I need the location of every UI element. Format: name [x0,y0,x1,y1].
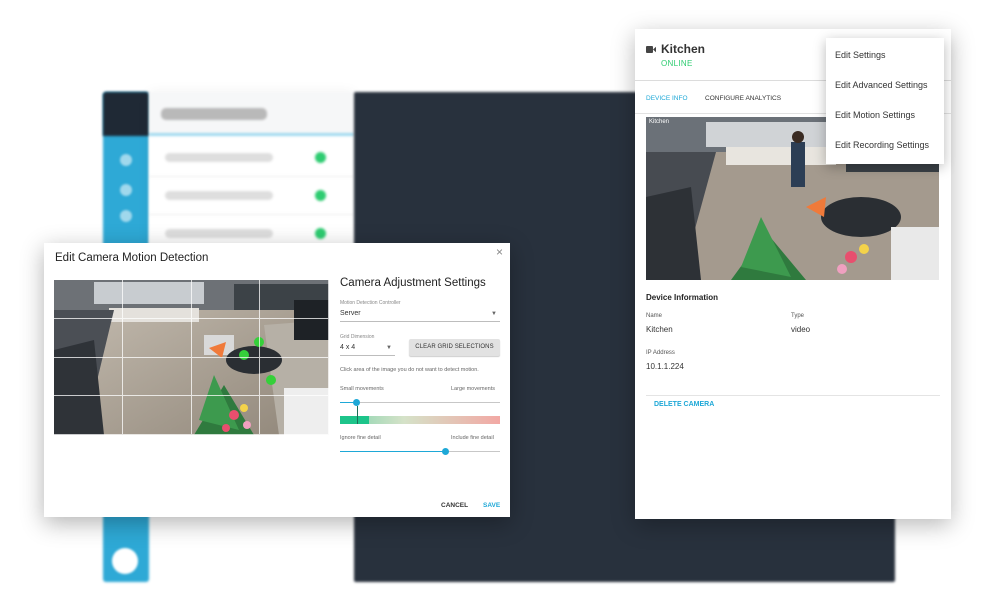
sensitivity-slider-track[interactable] [340,402,500,403]
close-icon[interactable]: × [496,245,503,259]
background-nav-icon [120,154,132,166]
chevron-down-icon: ▼ [386,345,392,351]
grid-cell[interactable] [191,318,261,358]
grid-dimension-label: Grid Dimension [340,334,375,340]
select-underline [340,355,395,356]
clear-grid-selections-button[interactable]: CLEAR GRID SELECTIONS [409,339,500,356]
device-information-title: Device Information [646,293,719,302]
sensitivity-threshold-marker [357,406,358,424]
camera-overlay-label: Kitchen [649,119,670,125]
grid-dimension-value: 4 x 4 [340,344,356,351]
menu-item-edit-recording-settings[interactable]: Edit Recording Settings [835,140,929,150]
grid-cell[interactable] [54,357,123,397]
grid-cell[interactable] [122,318,192,358]
background-sidebar-header [103,92,149,136]
select-underline [340,321,500,322]
video-camera-icon [646,46,656,53]
grid-cell[interactable] [260,357,329,397]
detail-slider-handle[interactable] [442,448,450,455]
grid-cell[interactable] [54,280,123,319]
ip-address-value: 10.1.1.224 [646,362,684,371]
controller-label: Motion Detection Controller [340,300,401,306]
detail-max-label: Include fine detail [451,435,494,441]
sensitivity-min-label: Small movements [340,386,384,392]
device-name: Kitchen [661,42,706,56]
background-nav-icon [120,210,132,222]
sensitivity-max-label: Large movements [451,386,496,392]
background-list-row [149,177,354,215]
menu-item-edit-motion-settings[interactable]: Edit Motion Settings [835,110,915,120]
grid-hint-text: Click area of the image you do not want … [340,367,479,373]
grid-cell[interactable] [122,396,192,435]
ip-address-label: IP Address [646,350,675,356]
grid-cell[interactable] [260,396,329,435]
menu-item-edit-settings[interactable]: Edit Settings [835,50,886,60]
chevron-down-icon: ▼ [491,311,497,317]
camera-feed-image[interactable] [54,280,329,435]
controller-value: Server [340,310,361,317]
name-label: Name [646,313,663,319]
type-value: video [791,325,811,334]
background-list-row [149,139,354,177]
screenshot-stage: Edit Camera Motion Detection × Camera Ad… [0,0,1000,593]
background-nav-button [112,548,138,574]
detail-min-label: Ignore fine detail [340,435,381,441]
dialog-title: Edit Camera Motion Detection [55,252,209,264]
motion-detection-dialog: Edit Camera Motion Detection × Camera Ad… [44,243,510,517]
device-actions-menu: Edit Settings Edit Advanced Settings Edi… [826,38,944,164]
detail-slider-fill [340,451,446,452]
grid-cell[interactable] [191,396,261,435]
background-list-header [149,92,354,136]
cancel-button[interactable]: CANCEL [441,502,468,509]
tab-configure-analytics[interactable]: CONFIGURE ANALYTICS [705,95,781,102]
motion-grid-overlay [54,280,329,435]
grid-cell[interactable] [191,357,261,397]
tab-device-info[interactable]: DEVICE INFO [646,95,688,102]
type-label: Type [791,313,805,319]
grid-cell[interactable] [122,357,192,397]
save-button[interactable]: SAVE [483,502,500,509]
background-nav-icon [120,184,132,196]
background-list-title [161,108,267,120]
settings-title: Camera Adjustment Settings [340,277,486,289]
background-device-list [149,92,354,253]
menu-item-edit-advanced-settings[interactable]: Edit Advanced Settings [835,80,928,90]
grid-cell[interactable] [260,280,329,319]
grid-cell[interactable] [54,396,123,435]
motion-heat-detected [340,416,369,424]
grid-cell[interactable] [54,318,123,358]
delete-camera-button[interactable]: DELETE CAMERA [654,401,714,408]
sensitivity-slider-handle[interactable] [352,399,360,406]
grid-cell[interactable] [191,280,261,319]
section-divider [646,395,940,396]
name-value: Kitchen [646,325,673,334]
grid-cell[interactable] [260,318,329,358]
grid-cell[interactable] [122,280,192,319]
device-status-badge: ONLINE [661,59,693,68]
